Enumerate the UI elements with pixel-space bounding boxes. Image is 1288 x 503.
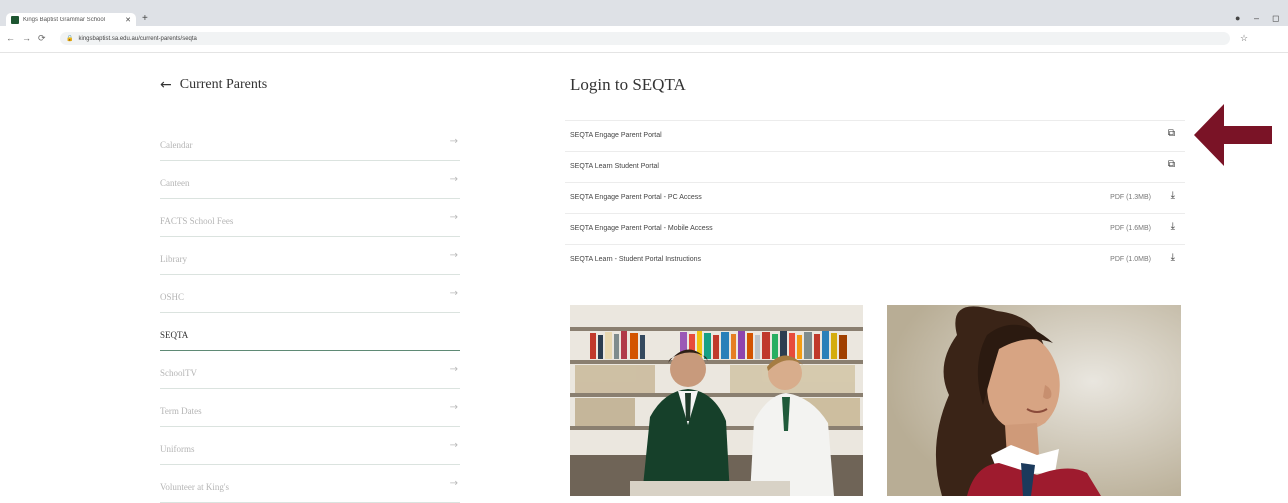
back-link-label: Current Parents: [179, 77, 268, 92]
arrow-right-icon: →: [449, 478, 458, 489]
file-size: PDF (1.3MB): [1110, 194, 1151, 201]
library-students-photo: [570, 305, 863, 496]
arrow-right-icon: →: [449, 136, 458, 147]
link-label[interactable]: SEQTA Engage Parent Portal: [570, 132, 662, 139]
sidebar-item-label: Volunteer at King's: [160, 482, 229, 492]
file-size: PDF (1.0MB): [1110, 256, 1151, 263]
link-row-student-instructions-pdf[interactable]: SEQTA Learn - Student Portal Instruction…: [565, 244, 1185, 275]
student-portrait-photo: [887, 305, 1181, 496]
sidebar-item-label: Uniforms: [160, 444, 195, 454]
sidebar-nav: Calendar → Canteen → FACTS School Fees →…: [160, 123, 460, 503]
bookmark-star-icon[interactable]: ☆: [1240, 33, 1248, 44]
download-icon[interactable]: ⤓: [1171, 221, 1175, 232]
portal-link-list: SEQTA Engage Parent Portal ⧉ SEQTA Learn…: [565, 120, 1185, 275]
new-tab-button[interactable]: +: [142, 13, 148, 25]
minimize-button[interactable]: –: [1254, 13, 1259, 23]
forward-button[interactable]: →: [22, 33, 31, 43]
external-link-icon[interactable]: ⧉: [1168, 159, 1175, 170]
sidebar-item-label: Canteen: [160, 178, 190, 188]
link-label[interactable]: SEQTA Learn Student Portal: [570, 163, 659, 170]
link-row-pc-access-pdf[interactable]: SEQTA Engage Parent Portal - PC Access P…: [565, 182, 1185, 213]
link-row-mobile-access-pdf[interactable]: SEQTA Engage Parent Portal - Mobile Acce…: [565, 213, 1185, 244]
arrow-right-icon: →: [449, 288, 458, 299]
sidebar-item-label: SEQTA: [160, 330, 189, 340]
sidebar-item-calendar[interactable]: Calendar →: [160, 123, 460, 161]
current-parents-back-link[interactable]: ← Current Parents: [160, 77, 267, 93]
arrow-right-icon: →: [449, 174, 458, 185]
download-icon[interactable]: ⤓: [1171, 190, 1175, 201]
arrow-right-icon: →: [449, 250, 458, 261]
sidebar-item-canteen[interactable]: Canteen →: [160, 161, 460, 199]
profile-icon[interactable]: ●: [1235, 13, 1240, 23]
sidebar-item-term-dates[interactable]: Term Dates →: [160, 389, 460, 427]
back-button[interactable]: ←: [6, 33, 15, 43]
sidebar-item-label: SchoolTV: [160, 368, 197, 378]
link-label[interactable]: SEQTA Engage Parent Portal - PC Access: [570, 194, 702, 201]
arrow-right-icon: →: [449, 402, 458, 413]
reload-button[interactable]: ⟳: [38, 33, 46, 43]
link-label[interactable]: SEQTA Learn - Student Portal Instruction…: [570, 256, 701, 263]
browser-tab[interactable]: Kings Baptist Grammar School ✕: [6, 13, 136, 26]
sidebar-item-uniforms[interactable]: Uniforms →: [160, 427, 460, 465]
url-text[interactable]: kingsbaptist.sa.edu.au/current-parents/s…: [78, 36, 196, 42]
sidebar-item-volunteer[interactable]: Volunteer at King's →: [160, 465, 460, 503]
tab-close-icon[interactable]: ✕: [125, 16, 131, 24]
arrow-right-icon: →: [449, 212, 458, 223]
lock-icon: 🔒: [66, 36, 74, 42]
browser-toolbar: ← → ⟳ 🔒 kingsbaptist.sa.edu.au/current-p…: [0, 26, 1288, 53]
external-link-icon[interactable]: ⧉: [1168, 128, 1175, 139]
link-row-engage-portal[interactable]: SEQTA Engage Parent Portal ⧉: [565, 120, 1185, 151]
sidebar-item-label: Calendar: [160, 140, 193, 150]
download-icon[interactable]: ⤓: [1171, 252, 1175, 263]
sidebar-item-library[interactable]: Library →: [160, 237, 460, 275]
file-size: PDF (1.6MB): [1110, 225, 1151, 232]
arrow-left-icon: ←: [160, 77, 172, 93]
arrow-right-icon: →: [449, 364, 458, 375]
maximize-button[interactable]: ◻: [1272, 13, 1279, 23]
sidebar-item-oshc[interactable]: OSHC →: [160, 275, 460, 313]
link-label[interactable]: SEQTA Engage Parent Portal - Mobile Acce…: [570, 225, 713, 232]
sidebar-item-schooltv[interactable]: SchoolTV →: [160, 351, 460, 389]
annotation-arrow-icon: [1194, 104, 1272, 166]
arrow-right-icon: →: [449, 440, 458, 451]
sidebar-item-label: Library: [160, 254, 187, 264]
address-bar[interactable]: 🔒 kingsbaptist.sa.edu.au/current-parents…: [60, 32, 1230, 45]
sidebar-item-label: Term Dates: [160, 406, 202, 416]
sidebar-item-facts-school-fees[interactable]: FACTS School Fees →: [160, 199, 460, 237]
page-title: Login to SEQTA: [570, 75, 686, 94]
tab-title: Kings Baptist Grammar School: [23, 16, 106, 23]
favicon-icon: [11, 15, 19, 24]
sidebar-item-seqta[interactable]: SEQTA: [160, 313, 460, 351]
sidebar-item-label: FACTS School Fees: [160, 216, 234, 226]
sidebar-item-label: OSHC: [160, 292, 185, 302]
browser-tabstrip: Kings Baptist Grammar School ✕ + ● – ◻: [0, 0, 1288, 26]
link-row-learn-portal[interactable]: SEQTA Learn Student Portal ⧉: [565, 151, 1185, 182]
